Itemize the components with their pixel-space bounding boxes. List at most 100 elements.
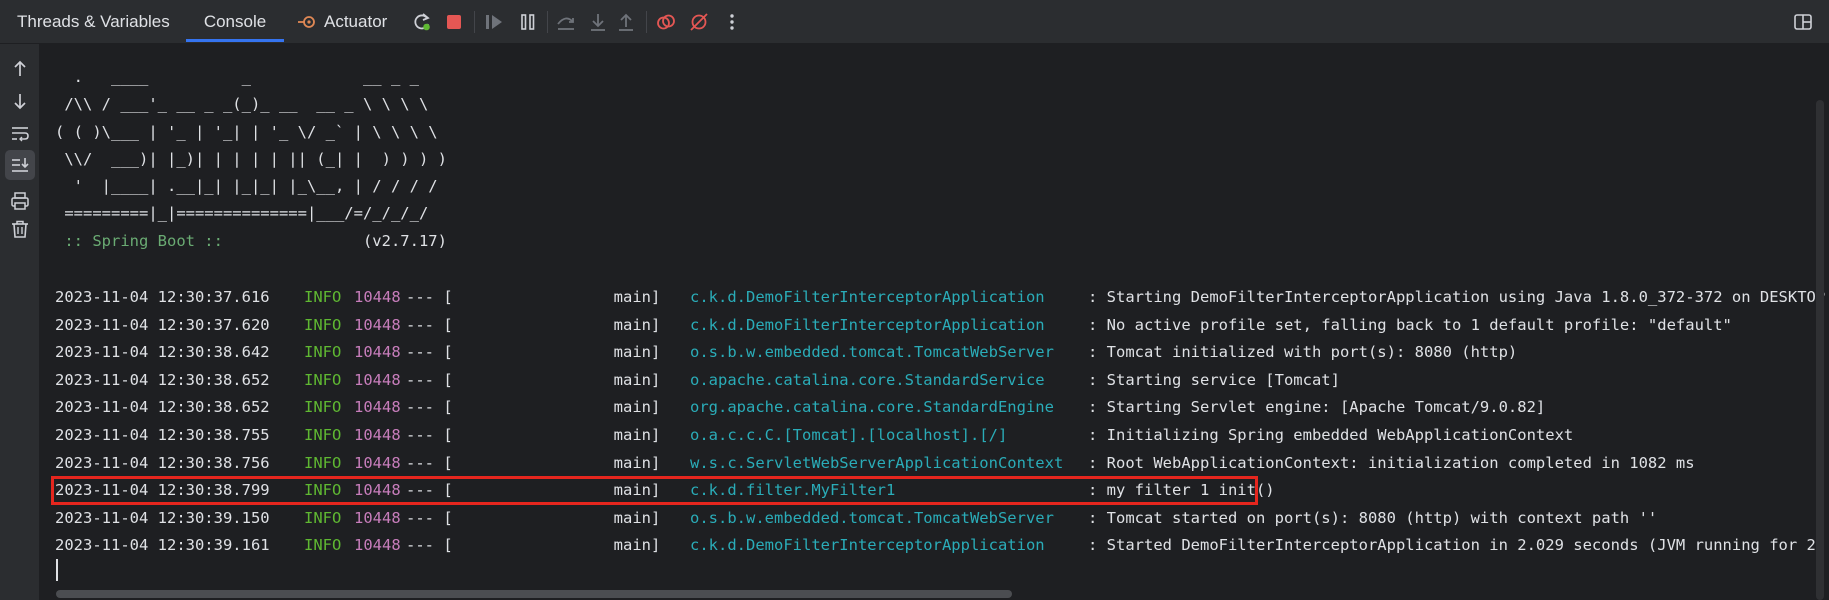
more-icon[interactable] — [721, 11, 743, 33]
tab-actuator-label: Actuator — [324, 12, 388, 31]
log-message: : Starting DemoFilterInterceptorApplicat… — [1088, 288, 1825, 306]
log-thread: main] — [511, 481, 661, 500]
log-timestamp: 2023-11-04 12:30:38.652 — [55, 370, 270, 389]
scroll-down-icon[interactable] — [9, 90, 31, 112]
step-out-icon[interactable] — [615, 11, 637, 33]
print-icon[interactable] — [9, 190, 31, 212]
log-thread: main] — [511, 398, 661, 417]
log-level: INFO — [304, 508, 342, 527]
log-logger[interactable]: c.k.d.filter.MyFilter1 — [690, 477, 1088, 505]
text-caret — [56, 559, 58, 581]
spring-boot-version: (v2.7.17) — [232, 231, 447, 250]
log-timestamp: 2023-11-04 12:30:37.616 — [55, 288, 270, 306]
log-pid: 10448 — [354, 370, 401, 389]
log-pid: 10448 — [354, 536, 401, 555]
banner-line: ( ( )\___ | '_ | '_| | '_ \/ _` | \ \ \ … — [55, 122, 438, 141]
log-lines: 2023-11-04 12:30:37.616 INFO 10448 --- [ ma… — [55, 284, 1825, 560]
log-pid: 10448 — [354, 508, 401, 527]
log-level: INFO — [304, 398, 342, 417]
log-pid: 10448 — [354, 343, 401, 362]
tab-console[interactable]: Console — [186, 0, 284, 42]
log-logger[interactable]: o.s.b.w.embedded.tomcat.TomcatWebServer — [690, 505, 1088, 533]
log-separator: --- [ — [406, 508, 453, 527]
log-level: INFO — [304, 453, 342, 472]
clear-all-icon[interactable] — [9, 218, 31, 240]
log-separator: --- [ — [406, 288, 453, 306]
banner-line: . ____ _ __ _ _ — [55, 68, 419, 86]
vertical-scrollbar[interactable] — [1816, 100, 1824, 600]
banner-line: /\\ / ___'_ __ _ _(_)_ __ __ _ \ \ \ \ — [55, 95, 429, 114]
log-logger[interactable]: c.k.d.DemoFilterInterceptorApplication — [690, 312, 1088, 340]
log-line: 2023-11-04 12:30:37.616 INFO 10448 --- [ ma… — [55, 284, 1825, 312]
log-thread: main] — [511, 453, 661, 472]
log-pid: 10448 — [354, 481, 401, 500]
rerun-debug-icon[interactable] — [411, 11, 433, 33]
log-thread: main] — [511, 508, 661, 527]
actuator-icon — [296, 11, 318, 33]
log-separator: --- [ — [406, 453, 453, 472]
log-timestamp: 2023-11-04 12:30:38.799 — [55, 481, 270, 500]
step-into-icon[interactable] — [587, 11, 609, 33]
log-pid: 10448 — [354, 453, 401, 472]
log-line: 2023-11-04 12:30:38.799 INFO 10448 --- [ ma… — [55, 477, 1825, 505]
log-logger[interactable]: o.apache.catalina.core.StandardService — [690, 367, 1088, 395]
tab-threads-variables[interactable]: Threads & Variables — [17, 0, 170, 43]
log-logger[interactable]: c.k.d.DemoFilterInterceptorApplication — [690, 284, 1088, 312]
log-message: : Tomcat started on port(s): 8080 (http)… — [1088, 508, 1658, 527]
log-thread: main] — [511, 536, 661, 555]
console-toolbar — [0, 44, 40, 600]
log-pid: 10448 — [354, 288, 401, 306]
log-separator: --- [ — [406, 536, 453, 555]
resume-icon[interactable] — [483, 11, 505, 33]
horizontal-scrollbar[interactable] — [56, 590, 1012, 598]
log-line: 2023-11-04 12:30:39.150 INFO 10448 --- [ ma… — [55, 505, 1825, 533]
log-level: INFO — [304, 370, 342, 389]
banner-line: \\/ ___)| |_)| | | | | || (_| | ) ) ) ) — [55, 149, 447, 168]
log-timestamp: 2023-11-04 12:30:39.161 — [55, 536, 270, 555]
layout-icon[interactable] — [1792, 11, 1814, 33]
log-line: 2023-11-04 12:30:38.652 INFO 10448 --- [ ma… — [55, 367, 1825, 395]
log-line: 2023-11-04 12:30:39.161 INFO 10448 --- [ ma… — [55, 532, 1825, 560]
log-line: 2023-11-04 12:30:38.642 INFO 10448 --- [ ma… — [55, 339, 1825, 367]
log-timestamp: 2023-11-04 12:30:38.755 — [55, 425, 270, 444]
scroll-to-end-icon[interactable] — [9, 154, 31, 176]
log-pid: 10448 — [354, 398, 401, 417]
log-logger[interactable]: w.s.c.ServletWebServerApplicationContext — [690, 450, 1088, 478]
log-line: 2023-11-04 12:30:38.755 INFO 10448 --- [ ma… — [55, 422, 1825, 450]
log-level: INFO — [304, 315, 342, 334]
view-breakpoints-icon[interactable] — [655, 11, 677, 33]
log-message: : Initializing Spring embedded WebApplic… — [1088, 425, 1574, 444]
log-separator: --- [ — [406, 370, 453, 389]
pause-icon[interactable] — [517, 11, 539, 33]
tool-window-tabbar: Threads & Variables Console Actuator — [0, 0, 1829, 44]
log-separator: --- [ — [406, 315, 453, 334]
log-timestamp: 2023-11-04 12:30:38.652 — [55, 398, 270, 417]
tab-actuator[interactable]: Actuator — [296, 0, 387, 43]
banner-line: =========|_|==============|___/=/_/_/_/ — [55, 204, 429, 223]
log-separator: --- [ — [406, 425, 453, 444]
log-separator: --- [ — [406, 343, 453, 362]
log-message: : my filter 1 init() — [1088, 481, 1275, 500]
log-logger[interactable]: o.a.c.c.C.[Tomcat].[localhost].[/] — [690, 422, 1088, 450]
log-logger[interactable]: c.k.d.DemoFilterInterceptorApplication — [690, 532, 1088, 560]
log-separator: --- [ — [406, 481, 453, 500]
log-thread: main] — [511, 370, 661, 389]
console-output[interactable]: . ____ _ __ _ _ /\\ / ___'_ __ _ _(_)_ _… — [41, 44, 1829, 600]
log-thread: main] — [511, 343, 661, 362]
step-over-icon[interactable] — [555, 11, 577, 33]
soft-wrap-icon[interactable] — [9, 122, 31, 144]
log-line: 2023-11-04 12:30:37.620 INFO 10448 --- [ ma… — [55, 312, 1825, 340]
log-message: : Tomcat initialized with port(s): 8080 … — [1088, 343, 1518, 362]
spring-boot-label: :: Spring Boot :: — [55, 231, 233, 250]
log-logger[interactable]: org.apache.catalina.core.StandardEngine — [690, 394, 1088, 422]
log-message: : Starting service [Tomcat] — [1088, 370, 1340, 389]
log-level: INFO — [304, 536, 342, 555]
mute-breakpoints-icon[interactable] — [688, 11, 710, 33]
log-message: : Starting Servlet engine: [Apache Tomca… — [1088, 398, 1546, 417]
scroll-up-icon[interactable] — [9, 58, 31, 80]
log-thread: main] — [511, 425, 661, 444]
log-logger[interactable]: o.s.b.w.embedded.tomcat.TomcatWebServer — [690, 339, 1088, 367]
log-message: : Started DemoFilterInterceptorApplicati… — [1088, 536, 1816, 555]
stop-icon[interactable] — [443, 11, 465, 33]
log-level: INFO — [304, 288, 342, 306]
